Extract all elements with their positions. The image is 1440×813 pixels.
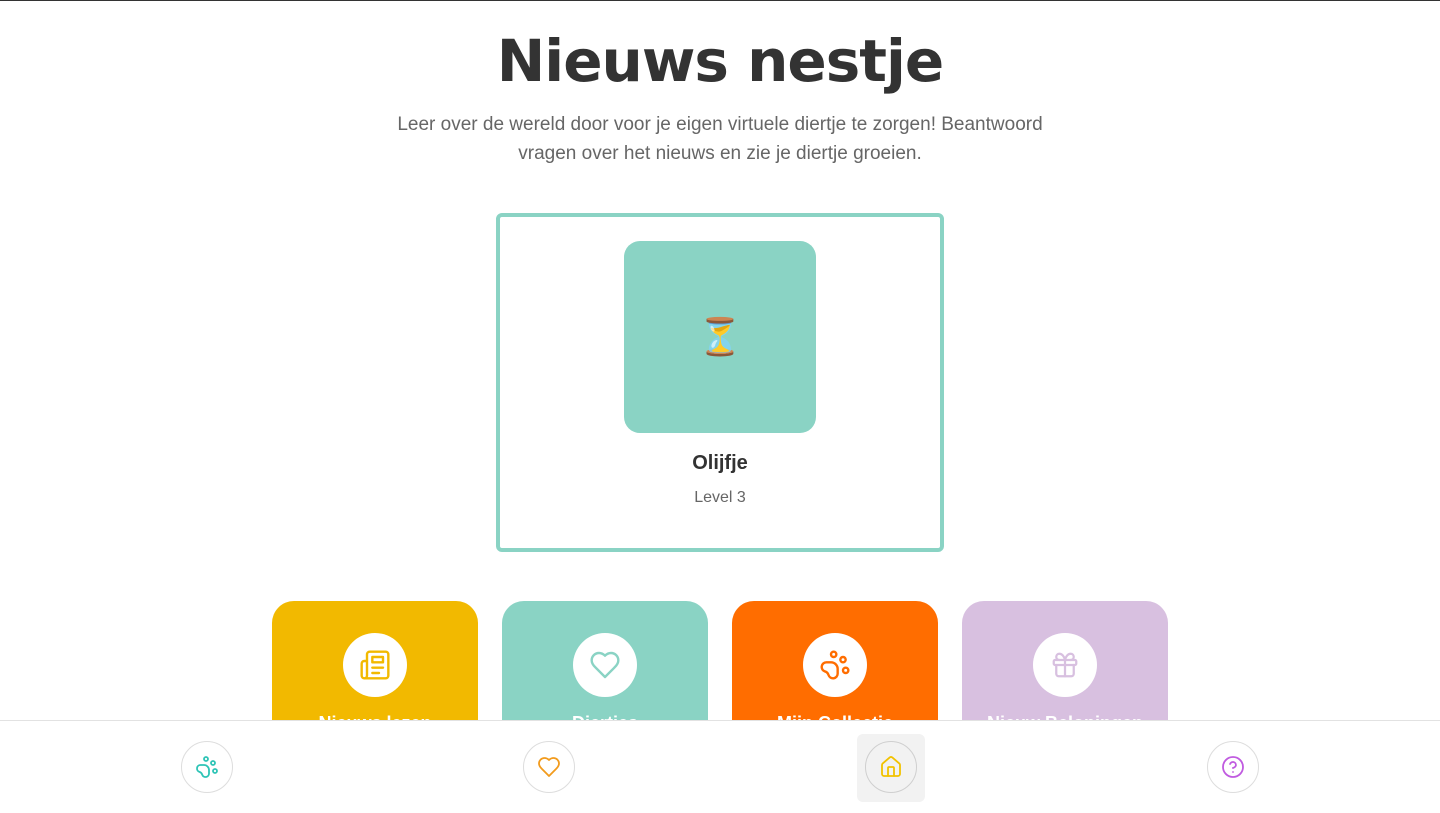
bottom-nav <box>0 720 1440 813</box>
action-icon-circle <box>803 633 867 697</box>
heart-icon <box>590 651 620 679</box>
pet-name: Olijfje <box>692 452 748 474</box>
nav-item-pets[interactable] <box>181 741 233 793</box>
action-icon-circle <box>1033 633 1097 697</box>
home-icon <box>881 756 901 777</box>
action-icon-circle <box>343 633 407 697</box>
paw-icon <box>820 650 850 680</box>
top-border <box>0 0 1440 1</box>
gift-icon <box>1052 652 1078 678</box>
action-icon-circle <box>573 633 637 697</box>
pet-avatar: ⏳ <box>624 241 816 433</box>
pet-card[interactable]: ⏳ Olijfje Level 3 <box>496 213 944 552</box>
page-title: Nieuws nestje <box>496 27 944 95</box>
newspaper-icon <box>360 650 390 680</box>
pet-level: Level 3 <box>694 489 746 506</box>
page-subtitle: Leer over de wereld door voor je eigen v… <box>397 114 1043 164</box>
nav-item-home[interactable] <box>865 741 917 793</box>
heart-icon <box>538 757 560 777</box>
nav-item-help[interactable] <box>1207 741 1259 793</box>
hourglass-icon: ⏳ <box>697 316 743 357</box>
nav-item-favorites[interactable] <box>523 741 575 793</box>
help-icon <box>1222 756 1244 778</box>
paw-icon <box>196 756 218 778</box>
